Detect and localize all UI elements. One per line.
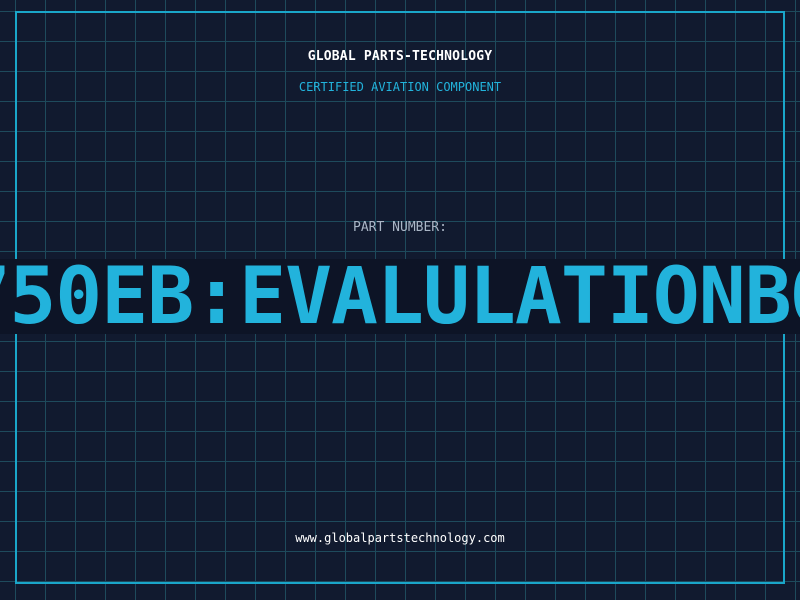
company-name: GLOBAL PARTS-TECHNOLOGY [307,49,493,64]
part-number-value: 750EB:EVALULATIONBO [0,259,800,334]
part-number-band: 750EB:EVALULATIONBO [0,259,800,334]
part-number-label: PART NUMBER: [353,220,447,235]
certification-label: CERTIFIED AVIATION COMPONENT [298,80,502,94]
certificate-canvas: GLOBAL PARTS-TECHNOLOGY CERTIFIED AVIATI… [0,0,800,600]
website-url: www.globalpartstechnology.com [295,531,505,545]
